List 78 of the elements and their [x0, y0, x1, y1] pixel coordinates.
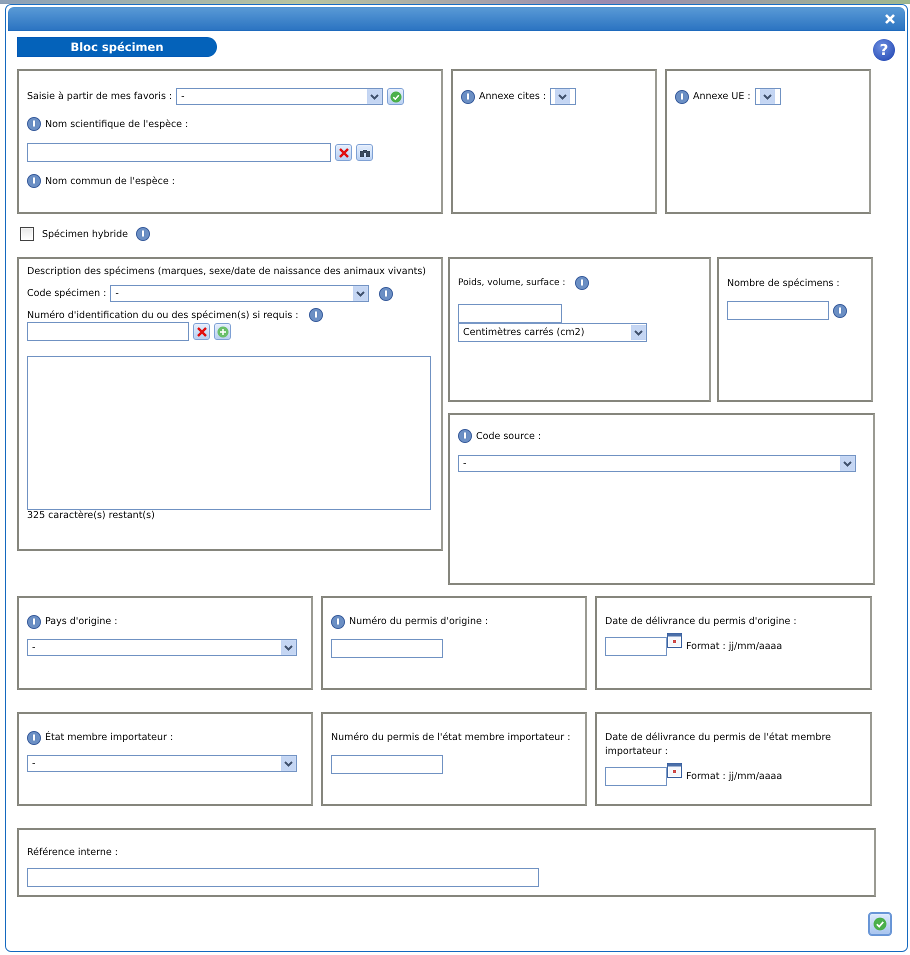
measure-field[interactable]: [458, 304, 562, 323]
add-button[interactable]: [214, 323, 231, 340]
chevron-icon: [555, 89, 570, 104]
info-icon[interactable]: [308, 308, 323, 322]
info-icon[interactable]: [833, 304, 847, 318]
clear-button[interactable]: [335, 144, 352, 161]
field-label: Nom commun de l'espèce :: [45, 176, 175, 186]
plus-icon: [216, 326, 228, 338]
date-field[interactable]: [605, 767, 667, 786]
cross-icon: [196, 326, 208, 338]
identification-field[interactable]: [27, 322, 189, 341]
close-icon: [885, 14, 895, 24]
specimen-count-field[interactable]: [727, 301, 829, 320]
help-button[interactable]: ?: [873, 39, 895, 61]
permit-number-field[interactable]: [331, 639, 443, 658]
annex-dropdown[interactable]: [754, 88, 781, 105]
info-icon[interactable]: [27, 615, 41, 629]
dropdown[interactable]: -: [27, 755, 297, 772]
info-icon[interactable]: [675, 90, 689, 104]
hybrid-checkbox[interactable]: [20, 227, 34, 241]
character-counter: 325 caractère(s) restant(s): [27, 510, 156, 521]
field-label: Saisie à partir de mes favoris :: [27, 91, 172, 102]
field-label: Pays d'origine :: [45, 615, 118, 629]
field-label: Numéro du permis de l'état membre importateur :: [331, 731, 570, 745]
cross-icon: [338, 146, 350, 158]
clear-button[interactable]: [193, 323, 210, 340]
info-icon[interactable]: [27, 731, 41, 745]
date-format-hint: Format : jj/mm/aaaa: [686, 771, 782, 782]
info-icon[interactable]: [379, 286, 394, 300]
chevron-icon: [367, 89, 382, 104]
description-label: Description des spécimens (marques, sexe/date de naissance des animaux vivants): [27, 265, 427, 279]
field-label: Date de délivrance du permis de l'état membre importateur :: [605, 731, 832, 759]
info-icon[interactable]: [575, 276, 590, 290]
chevron-icon: [840, 456, 855, 471]
chevron-icon: [281, 640, 296, 655]
check-icon: [390, 90, 402, 102]
info-icon[interactable]: [458, 429, 472, 443]
info-icon[interactable]: [27, 174, 41, 188]
permit-number-field[interactable]: [331, 755, 443, 774]
field-label: État membre importateur :: [45, 731, 174, 745]
calendar-icon[interactable]: [667, 633, 682, 648]
close-button[interactable]: [883, 12, 897, 26]
field-label: Numéro d'identification du ou des spécimen(s) si requis :: [27, 310, 299, 320]
field-label: Code source :: [476, 430, 542, 442]
date-format-hint: Format : jj/mm/aaaa: [686, 641, 782, 652]
field-label: Annexe cites :: [479, 91, 546, 102]
field-label: Nom scientifique de l'espèce :: [45, 118, 188, 130]
annex-dropdown[interactable]: [550, 88, 576, 105]
chevron-icon: [281, 756, 296, 771]
validate-button[interactable]: [387, 88, 404, 105]
favorites-dropdown[interactable]: -: [176, 88, 384, 105]
checkbox-label: Spécimen hybride: [42, 228, 128, 240]
info-icon[interactable]: [136, 227, 150, 241]
info-icon[interactable]: [27, 117, 41, 131]
chevron-icon: [631, 325, 646, 340]
field-label: Numéro du permis d'origine :: [349, 615, 488, 629]
chevron-icon: [760, 89, 775, 104]
field-label: Date de délivrance du permis d'origine :: [605, 615, 797, 629]
info-icon[interactable]: [461, 90, 475, 104]
field-label: Code spécimen :: [27, 288, 106, 299]
info-icon[interactable]: [331, 615, 345, 629]
field-label: Annexe UE :: [693, 91, 751, 102]
specimen-code-dropdown[interactable]: -: [110, 285, 370, 302]
section-title: Bloc spécimen: [17, 37, 217, 57]
field-label: Poids, volume, surface :: [458, 278, 566, 288]
save-button[interactable]: [868, 912, 892, 936]
calendar-icon[interactable]: [667, 763, 682, 778]
unit-dropdown[interactable]: Centimètres carrés (cm2): [458, 323, 647, 342]
source-code-dropdown[interactable]: -: [458, 455, 856, 472]
field-label: Nombre de spécimens :: [727, 278, 841, 289]
check-icon: [873, 917, 887, 931]
internal-reference-field[interactable]: [27, 868, 539, 887]
chevron-icon: [353, 286, 368, 301]
search-button[interactable]: [356, 144, 373, 161]
field-label: Référence interne :: [27, 847, 119, 858]
date-field[interactable]: [605, 637, 667, 656]
scientific-name-field[interactable]: [27, 143, 331, 162]
dropdown[interactable]: -: [27, 639, 297, 656]
